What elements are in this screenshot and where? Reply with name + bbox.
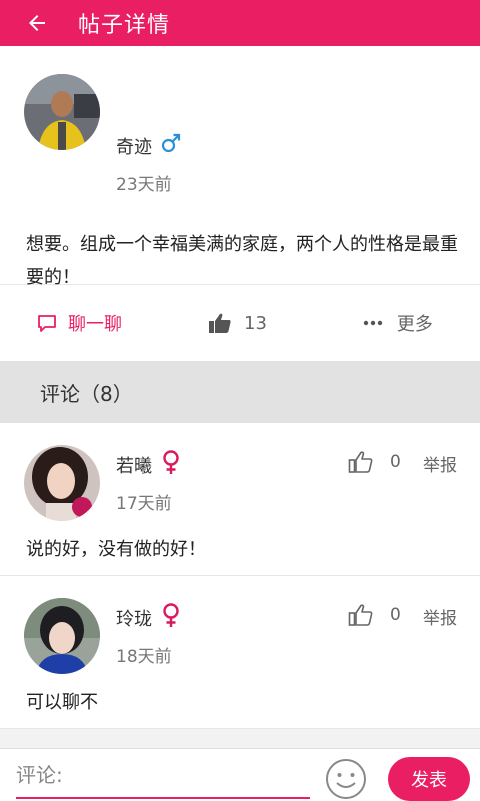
comment-input-bar: 评论: 发表 <box>0 748 480 801</box>
post-time: 23天前 <box>116 175 172 195</box>
comment-text: 可以聊不 <box>26 692 98 713</box>
back-button[interactable] <box>22 8 52 38</box>
comment-like-button[interactable]: 0 <box>348 603 401 627</box>
back-arrow-icon <box>29 15 45 31</box>
thumbs-up-icon <box>209 313 231 333</box>
like-button[interactable]: 13 <box>208 312 267 334</box>
report-button[interactable]: 举报 <box>423 604 457 629</box>
female-gender-icon <box>163 450 179 474</box>
female-gender-icon <box>163 603 179 627</box>
post-actions-bar: 聊一聊 13 更多 <box>0 285 480 361</box>
commenter-avatar[interactable] <box>24 445 100 521</box>
author-avatar[interactable] <box>24 74 100 150</box>
comment-time: 18天前 <box>116 647 172 667</box>
comments-count-label: 评论（8） <box>40 381 133 406</box>
comment-text: 说的好，没有做的好！ <box>26 539 206 560</box>
more-dots-icon <box>363 320 383 326</box>
top-app-bar: 帖子详情 <box>0 0 480 46</box>
male-gender-icon <box>161 133 181 153</box>
comment-item: 若曦 17天前 0 举报 说的好，没有做的好！ <box>0 423 480 576</box>
more-button[interactable]: 更多 <box>363 310 433 336</box>
like-count: 13 <box>244 312 267 334</box>
thumbs-up-outline-icon <box>348 451 373 473</box>
commenter-avatar[interactable] <box>24 598 100 674</box>
comment-like-count: 0 <box>390 605 401 625</box>
comment-input[interactable]: 评论: <box>16 759 310 799</box>
comment-item: 玲珑 18天前 0 举报 可以聊不 <box>0 576 480 729</box>
comment-like-count: 0 <box>390 452 401 472</box>
comment-input-placeholder: 评论: <box>16 763 63 787</box>
comment-like-button[interactable]: 0 <box>348 450 401 474</box>
chat-button[interactable]: 聊一聊 <box>36 310 122 336</box>
comment-time: 17天前 <box>116 494 172 514</box>
chat-label: 聊一聊 <box>68 314 122 335</box>
author-name[interactable]: 奇迹 <box>116 133 152 159</box>
more-label: 更多 <box>396 314 433 335</box>
post-content: 想要。组成一个幸福美满的家庭，两个人的性格是最重要的！ <box>26 234 458 288</box>
send-button[interactable]: 发表 <box>388 757 470 801</box>
chat-bubble-icon <box>38 315 56 332</box>
comments-section-header: 评论（8） <box>0 361 480 423</box>
page-title: 帖子详情 <box>78 13 171 38</box>
commenter-name[interactable]: 玲珑 <box>116 605 152 631</box>
thumbs-up-outline-icon <box>348 604 373 626</box>
post-card: 奇迹 23天前 想要。组成一个幸福美满的家庭，两个人的性格是最重要的！ <box>0 46 480 288</box>
report-button[interactable]: 举报 <box>423 451 457 476</box>
commenter-name[interactable]: 若曦 <box>116 452 152 478</box>
emoji-icon[interactable] <box>324 757 368 801</box>
